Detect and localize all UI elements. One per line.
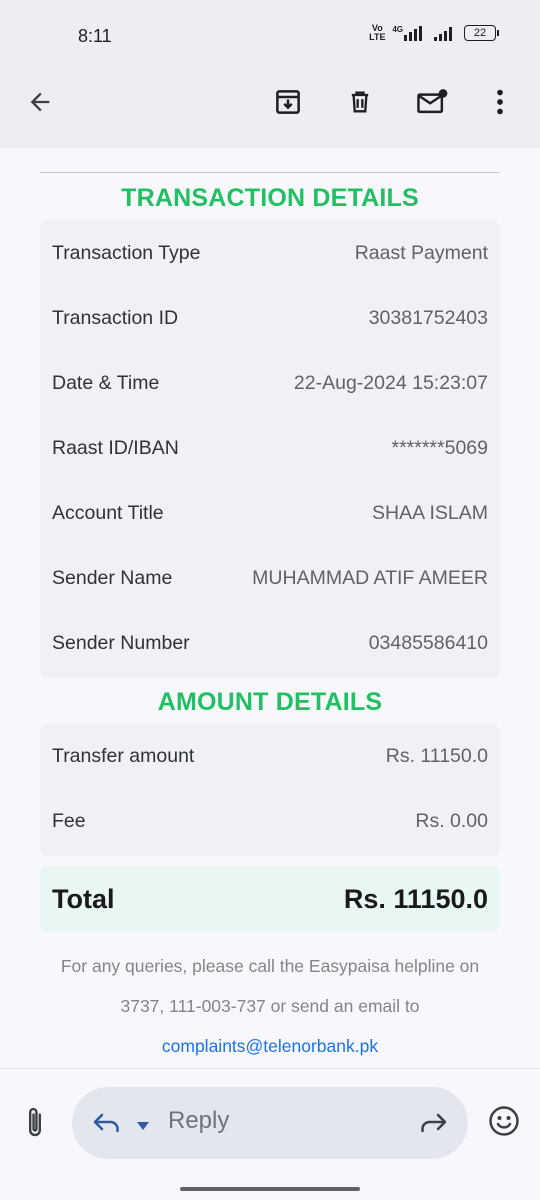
mobile-signal-icon: 4G [392, 25, 422, 41]
app-header: 8:11 Vo LTE 4G 22 [0, 0, 540, 148]
status-bar: 8:11 Vo LTE 4G 22 [0, 0, 540, 72]
detail-row: Account Title SHAA ISLAM [52, 498, 488, 528]
row-value: Raast Payment [354, 241, 488, 264]
amount-details-card: Transfer amount Rs. 11150.0 Fee Rs. 0.00 [40, 724, 500, 856]
home-indicator[interactable] [180, 1187, 360, 1191]
detail-row: Raast ID/IBAN *******5069 [52, 433, 488, 463]
row-label: Fee [52, 809, 86, 832]
battery-level: 22 [473, 27, 487, 39]
transaction-details-card: Transaction Type Raast Payment Transacti… [40, 220, 500, 678]
reply-bar: Reply [0, 1068, 540, 1200]
detail-row: Transaction ID 30381752403 [52, 303, 488, 333]
volte-icon: Vo LTE [369, 23, 386, 42]
amount-details-title: AMOUNT DETAILS [157, 688, 383, 716]
detail-row: Fee Rs. 0.00 [52, 806, 488, 836]
status-icons: Vo LTE 4G 22 [368, 23, 499, 42]
row-value: *******5069 [391, 436, 488, 459]
row-label: Sender Number [52, 631, 190, 654]
emoji-icon[interactable] [488, 1105, 520, 1137]
detail-row: Sender Number 03485586410 [52, 628, 488, 658]
network-type: 4G [392, 25, 403, 34]
total-label: Total [52, 883, 115, 914]
row-value: 22-Aug-2024 15:23:07 [293, 371, 488, 394]
row-label: Date & Time [52, 371, 160, 394]
total-card: Total Rs. 11150.0 [40, 866, 500, 932]
archive-icon[interactable] [270, 84, 306, 120]
reply-icon[interactable] [92, 1109, 122, 1137]
back-arrow-icon[interactable] [22, 84, 58, 120]
row-value: 30381752403 [368, 306, 488, 329]
footer-line-2: 3737, 111-003-737 or send an email to [120, 996, 420, 1016]
email-body: TRANSACTION DETAILS Transaction Type Raa… [0, 148, 540, 1068]
row-label: Sender Name [52, 566, 173, 589]
detail-row: Transaction Type Raast Payment [52, 238, 488, 268]
row-label: Raast ID/IBAN [52, 436, 179, 459]
toolbar [0, 72, 540, 132]
battery-icon: 22 [464, 25, 499, 41]
forward-icon[interactable] [418, 1109, 448, 1137]
row-value: Rs. 11150.0 [385, 744, 488, 767]
row-value: Rs. 0.00 [415, 809, 488, 832]
row-label: Transaction Type [52, 241, 201, 264]
divider [40, 172, 500, 173]
wifi-signal-icon [434, 25, 452, 41]
row-value: SHAA ISLAM [372, 501, 488, 524]
status-time: 8:11 [78, 26, 112, 46]
more-icon[interactable] [482, 84, 518, 120]
row-value: 03485586410 [368, 631, 488, 654]
attachment-icon[interactable] [20, 1105, 50, 1141]
mark-unread-icon[interactable] [414, 84, 450, 120]
detail-row: Sender Name MUHAMMAD ATIF AMEER [52, 563, 488, 593]
detail-row: Date & Time 22-Aug-2024 15:23:07 [52, 368, 488, 398]
row-label: Account Title [52, 501, 164, 524]
row-value: MUHAMMAD ATIF AMEER [252, 566, 488, 589]
detail-row: Transfer amount Rs. 11150.0 [52, 741, 488, 771]
reply-input[interactable]: Reply [72, 1087, 468, 1159]
total-row: Total Rs. 11150.0 [52, 882, 488, 916]
reply-placeholder: Reply [168, 1107, 230, 1134]
support-email-link[interactable]: complaints@telenorbank.pk [0, 1036, 540, 1057]
footer-line-1: For any queries, please call the Easypai… [60, 956, 480, 976]
row-label: Transfer amount [52, 744, 195, 767]
total-value: Rs. 11150.0 [343, 883, 488, 914]
chevron-down-icon[interactable] [136, 1118, 150, 1130]
transaction-details-title: TRANSACTION DETAILS [121, 184, 419, 212]
delete-icon[interactable] [342, 84, 378, 120]
row-label: Transaction ID [52, 306, 179, 329]
